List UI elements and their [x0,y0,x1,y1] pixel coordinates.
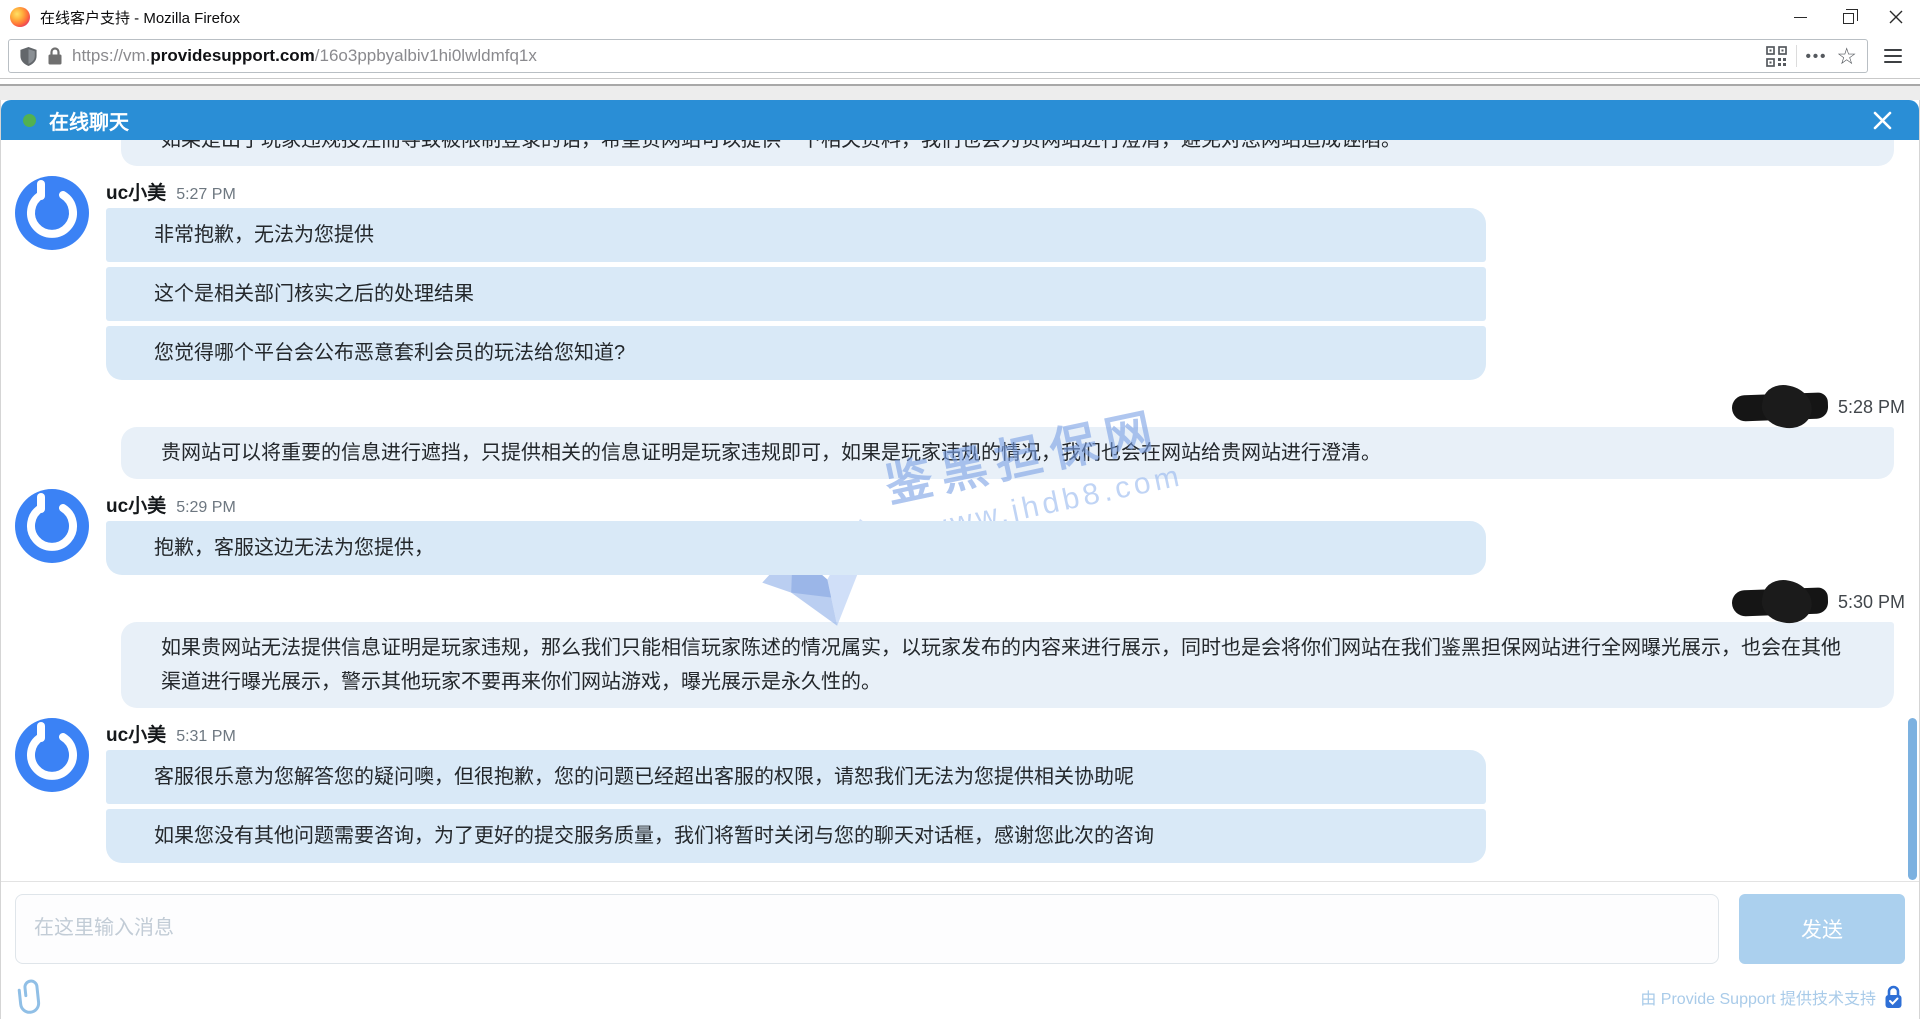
message-bubble: 客服很乐意为您解答您的疑问噢，但很抱歉，您的问题已经超出客服的权限，请恕我们无法… [106,750,1486,804]
message-time: 5:31 PM [176,728,236,746]
chat-header: 在线聊天 [1,100,1919,140]
message-bubble: 这个是相关部门核实之后的处理结果 [106,267,1486,321]
message-bubble-clipped: 如果是出于玩家违规投注而导致被限制登录的话，希望贵网站可以提供一下相关资料，我们… [121,140,1894,166]
message-bubble: 您觉得哪个平台会公布恶意套利会员的玩法给您知道? [106,326,1486,380]
visitor-message-group: 5:28 PM 贵网站可以将重要的信息进行遮挡，只提供相关的信息证明是玩家违规即… [1,392,1919,479]
close-icon [1872,110,1893,131]
page-background-strip [0,84,1920,100]
message-bubble: 非常抱歉，无法为您提供 [106,208,1486,262]
send-button[interactable]: 发送 [1739,894,1905,964]
window-title: 在线客户支持 - Mozilla Firefox [40,7,1776,28]
agent-name: uc小美 [106,720,166,747]
message-bubble: 如果您没有其他问题需要咨询，为了更好的提交服务质量，我们将暂时关闭与您的聊天对话… [106,809,1486,863]
online-status-dot [23,114,36,127]
composer: 发送 [1,881,1919,975]
message-time: 5:29 PM [176,499,236,517]
agent-name: uc小美 [106,178,166,205]
scrollbar-thumb[interactable] [1908,718,1917,880]
attach-file-icon[interactable] [15,978,49,1017]
message-time: 5:28 PM [1838,397,1905,418]
page-actions-icon[interactable]: ••• [1806,48,1828,65]
divider [1796,45,1797,67]
agent-message-group: uc小美 5:29 PM 抱歉，客服这边无法为您提供， [1,491,1919,575]
powered-by-text: 由 Provide Support 提供技术支持 [1640,985,1876,1009]
firefox-logo-icon [10,7,30,27]
shield-icon[interactable] [19,46,38,67]
powered-by-link[interactable]: 由 Provide Support 提供技术支持 [1640,985,1903,1009]
agent-avatar [15,718,89,792]
system-message: i 5:32 PM 聊天会话已结束。 [1,879,1919,881]
url-bar[interactable]: https://vm.providesupport.com/16o3ppbyal… [8,39,1868,73]
restore-icon [1843,13,1854,24]
minimize-icon [1794,17,1807,18]
close-chat-button[interactable] [1868,106,1897,135]
window-titlebar: 在线客户支持 - Mozilla Firefox [0,0,1920,34]
message-bubble: 贵网站可以将重要的信息进行遮挡，只提供相关的信息证明是玩家违规即可，如果是玩家违… [121,427,1894,479]
visitor-name-redacted [1732,587,1829,616]
url-text: https://vm.providesupport.com/16o3ppbyal… [72,46,1757,66]
message-time: 5:27 PM [176,186,236,204]
agent-name: uc小美 [106,491,166,518]
agent-message-group: uc小美 5:27 PM 非常抱歉，无法为您提供 这个是相关部门核实之后的处理结… [1,178,1919,380]
lock-icon [47,46,63,66]
chat-footer: 由 Provide Support 提供技术支持 [1,975,1919,1019]
close-icon [1889,10,1903,24]
url-toolbar: https://vm.providesupport.com/16o3ppbyal… [0,34,1920,79]
message-bubble: 如果贵网站无法提供信息证明是玩家违规，那么我们只能相信玩家陈述的情况属实，以玩家… [121,622,1894,708]
chat-title: 在线聊天 [49,106,1868,135]
qr-code-icon[interactable] [1766,46,1787,67]
secure-lock-badge-icon [1884,985,1903,1009]
visitor-name-redacted [1732,392,1829,421]
visitor-message-group: 5:30 PM 如果贵网站无法提供信息证明是玩家违规，那么我们只能相信玩家陈述的… [1,587,1919,708]
message-time: 5:30 PM [1838,592,1905,613]
message-bubble: 抱歉，客服这边无法为您提供， [106,521,1486,575]
agent-message-group: uc小美 5:31 PM 客服很乐意为您解答您的疑问噢，但很抱歉，您的问题已经超… [1,720,1919,863]
close-window-button[interactable] [1872,0,1920,34]
chat-message-area: 鉴黑担保网 www.jhdb8.com 如果是出于玩家违规投注而导致被限制登录的… [1,140,1919,881]
system-text: 聊天会话已结束。 [117,879,253,881]
menu-button[interactable] [1878,45,1908,67]
chat-widget: 在线聊天 鉴黑担保网 www.jhdb8.com 如果是出于玩家违规投注而导致被… [0,100,1920,1019]
minimize-button[interactable] [1776,0,1824,34]
agent-avatar [15,489,89,563]
message-input[interactable] [15,894,1719,964]
bookmark-star-icon[interactable]: ☆ [1836,45,1857,68]
agent-avatar [15,176,89,250]
restore-button[interactable] [1824,0,1872,34]
